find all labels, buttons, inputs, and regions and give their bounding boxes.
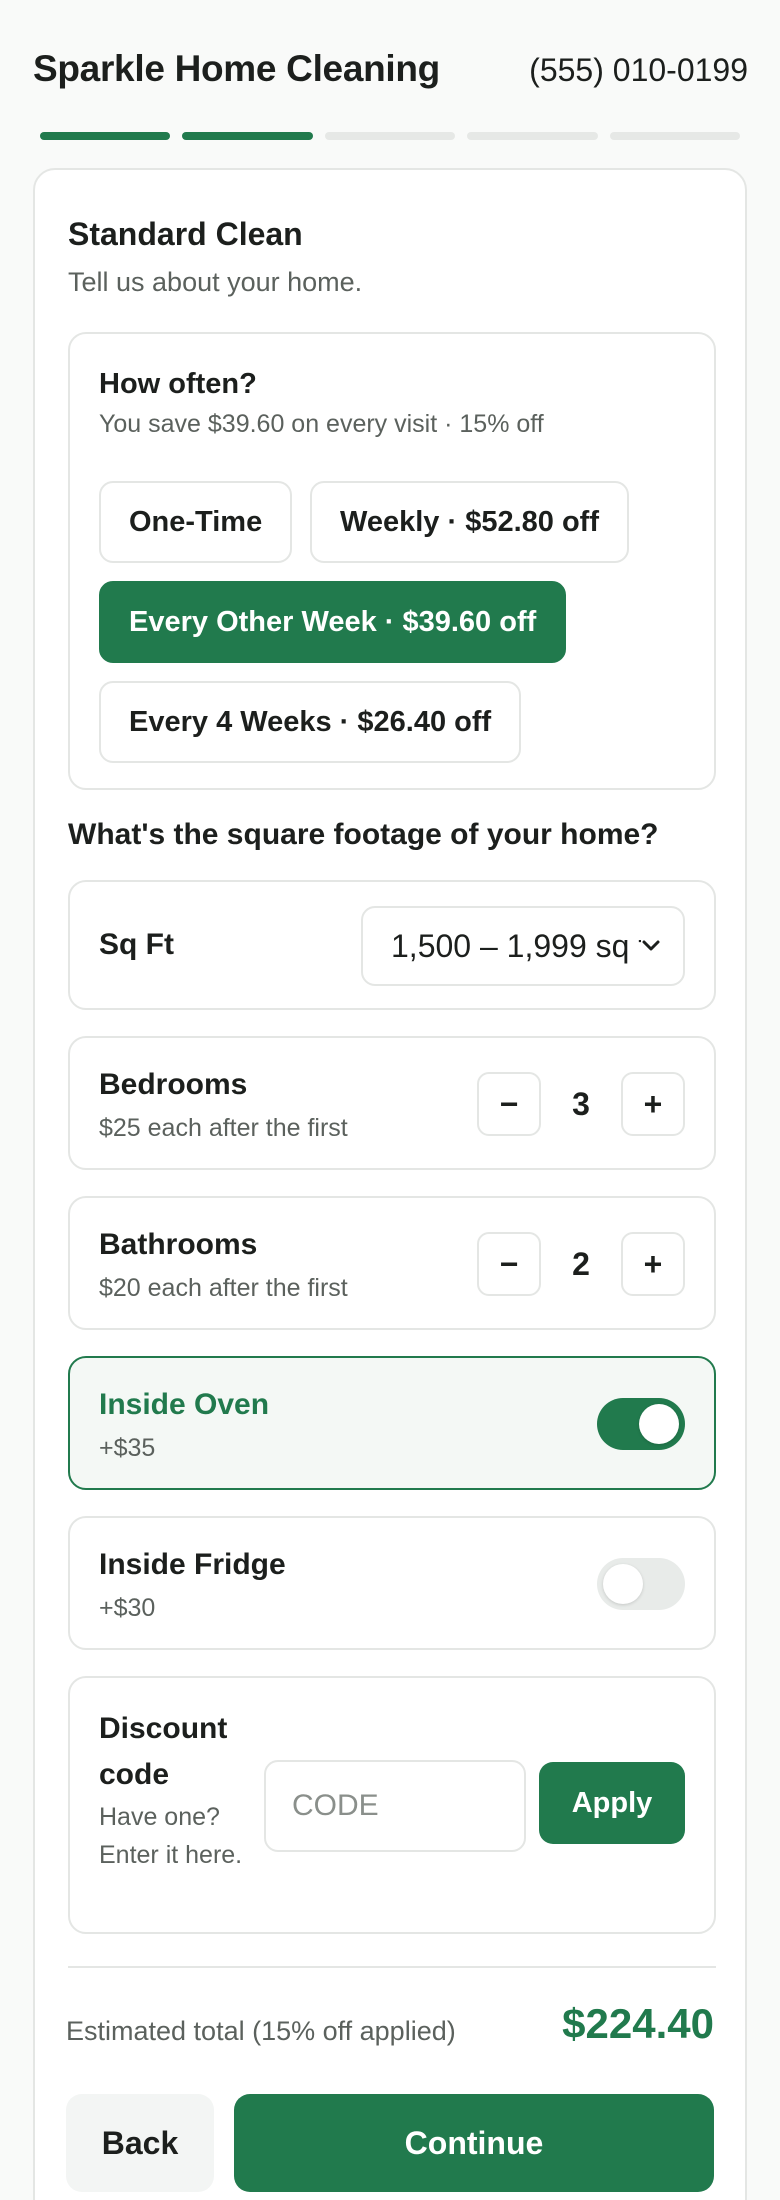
discount-code-input[interactable]: [264, 1760, 526, 1852]
progress-step-3: [324, 132, 456, 140]
bedrooms-increase-button[interactable]: +: [621, 1072, 685, 1136]
inside-fridge-toggle[interactable]: [597, 1558, 685, 1610]
discount-box: Discount code Have one? Enter it here. A…: [68, 1676, 716, 1934]
bedrooms-count: 3: [572, 1085, 590, 1122]
bathrooms-stepper: − 2 +: [477, 1232, 685, 1296]
total-label: Estimated total (15% off applied): [66, 2016, 456, 2046]
total-divider: [68, 1966, 716, 1968]
discount-label: Discount code: [99, 1712, 228, 1791]
bedrooms-decrease-button[interactable]: −: [477, 1072, 541, 1136]
apply-discount-button[interactable]: Apply: [539, 1762, 685, 1844]
inside-oven-toggle[interactable]: [597, 1398, 685, 1450]
service-title: Standard Clean: [68, 216, 303, 252]
bathrooms-label: Bathrooms: [99, 1228, 258, 1261]
progress-step-4: [467, 132, 598, 140]
extra-price: +$35: [99, 1434, 156, 1462]
extra-label: Inside Oven: [99, 1388, 270, 1421]
brand-name[interactable]: Sparkle Home Cleaning: [33, 48, 440, 90]
total-value: $224.40: [562, 2000, 714, 2047]
site-header: Sparkle Home Cleaning (555) 010-0199: [0, 0, 780, 130]
progress-step-2: [182, 132, 313, 140]
frequency-box: How often? You save $39.60 on every visi…: [68, 332, 716, 790]
frequency-option-one-time[interactable]: One-Time: [99, 481, 293, 563]
frequency-option-every-other-week[interactable]: Every Other Week · $39.60 off: [99, 581, 567, 663]
back-button[interactable]: Back: [66, 2094, 214, 2192]
chevron-down-icon: [642, 940, 660, 951]
bathrooms-note: $20 each after the first: [99, 1274, 348, 1302]
progress-step-1: [40, 132, 171, 140]
step-progress: [40, 132, 741, 140]
extra-inside-oven[interactable]: Inside Oven +$35: [68, 1356, 716, 1490]
sqft-select-value: 1,500 – 1,999 sq ft: [391, 927, 641, 964]
frequency-title: How often?: [99, 368, 257, 400]
continue-button[interactable]: Continue: [234, 2094, 714, 2192]
bathrooms-increase-button[interactable]: +: [621, 1232, 685, 1296]
sqft-question: What's the square footage of your home?: [68, 818, 659, 851]
progress-step-5: [609, 132, 741, 140]
bathrooms-decrease-button[interactable]: −: [477, 1232, 541, 1296]
extra-inside-fridge[interactable]: Inside Fridge +$30: [68, 1516, 716, 1650]
toggle-knob: [639, 1404, 679, 1444]
bedrooms-stepper: − 3 +: [477, 1072, 685, 1136]
extra-price: +$30: [99, 1594, 156, 1622]
phone-number[interactable]: (555) 010-0199: [529, 52, 748, 89]
bathrooms-row: Bathrooms $20 each after the first − 2 +: [68, 1196, 716, 1330]
frequency-option-weekly[interactable]: Weekly · $52.80 off: [310, 481, 629, 563]
service-subtitle: Tell us about your home.: [68, 267, 363, 297]
discount-note: Have one? Enter it here.: [99, 1803, 243, 1869]
toggle-knob: [603, 1564, 643, 1604]
frequency-option-every-4-weeks[interactable]: Every 4 Weeks · $26.40 off: [99, 681, 522, 763]
sqft-label: Sq Ft: [99, 928, 174, 961]
bathrooms-count: 2: [572, 1245, 590, 1282]
bedrooms-row: Bedrooms $25 each after the first − 3 +: [68, 1036, 716, 1170]
sqft-select[interactable]: 1,500 – 1,999 sq ft: [361, 906, 685, 986]
bedrooms-note: $25 each after the first: [99, 1114, 348, 1142]
extra-label: Inside Fridge: [99, 1548, 286, 1581]
frequency-savings-note: You save $39.60 on every visit · 15% off: [99, 410, 544, 438]
bedrooms-label: Bedrooms: [99, 1068, 248, 1101]
booking-card: Standard Clean Tell us about your home. …: [33, 168, 747, 2200]
sqft-row: Sq Ft 1,500 – 1,999 sq ft: [68, 880, 716, 1010]
